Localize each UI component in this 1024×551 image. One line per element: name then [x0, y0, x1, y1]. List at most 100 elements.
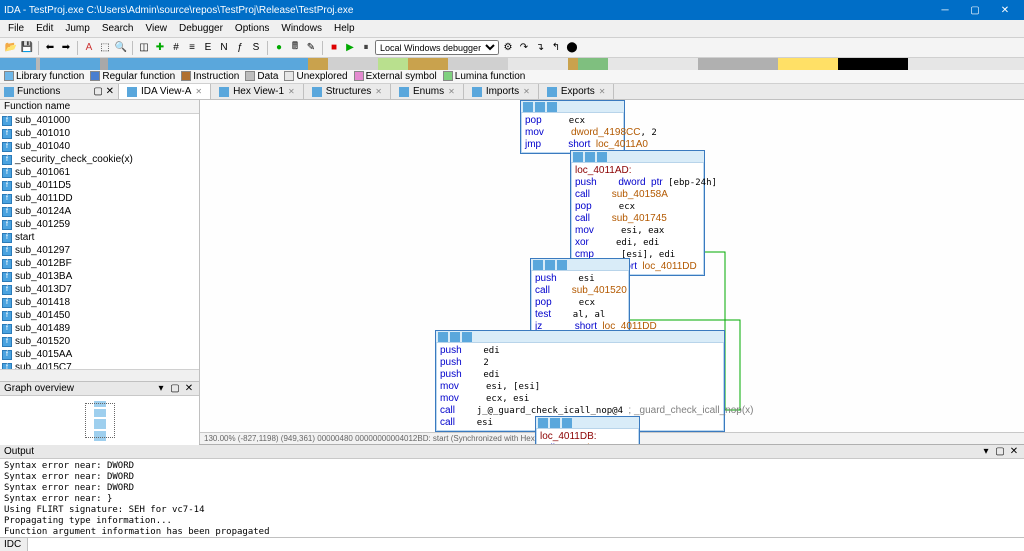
tab-enums[interactable]: Enums✕ — [391, 84, 464, 99]
menu-debugger[interactable]: Debugger — [173, 21, 229, 36]
minimize-button[interactable]: ─ — [930, 0, 960, 20]
node-header-icon[interactable] — [535, 102, 545, 112]
tab-close-icon[interactable]: ✕ — [523, 87, 530, 96]
tab-close-icon[interactable]: ✕ — [448, 87, 455, 96]
function-row[interactable]: fsub_4015AA — [0, 348, 199, 361]
tab-close-icon[interactable]: ✕ — [288, 87, 295, 96]
function-row[interactable]: fsub_401489 — [0, 322, 199, 335]
struct-icon[interactable]: ≡ — [185, 41, 199, 55]
function-row[interactable]: fsub_401297 — [0, 244, 199, 257]
node-header-icon[interactable] — [523, 102, 533, 112]
nav-segment[interactable] — [608, 58, 698, 70]
node-header-icon[interactable] — [585, 152, 595, 162]
open-icon[interactable]: 📂 — [4, 41, 18, 55]
text-icon[interactable]: A — [82, 41, 96, 55]
nav-segment[interactable] — [408, 58, 448, 70]
graph-overview-thumb[interactable] — [0, 396, 199, 445]
back-icon[interactable]: ⬅ — [43, 41, 57, 55]
node-header-icon[interactable] — [462, 332, 472, 342]
graph-node[interactable]: push esi call sub_401520 pop ecx test al… — [530, 258, 630, 336]
nav-segment[interactable] — [838, 58, 908, 70]
stop-icon[interactable]: ■ — [327, 41, 341, 55]
binary-icon[interactable]: ⬚ — [98, 41, 112, 55]
functions-hscroll[interactable] — [0, 369, 199, 381]
function-row[interactable]: fstart — [0, 231, 199, 244]
node-header[interactable] — [531, 259, 629, 271]
function-row[interactable]: fsub_4015C7 — [0, 361, 199, 369]
close-button[interactable]: ✕ — [990, 0, 1020, 20]
pane-close-icon[interactable]: ✕ — [183, 383, 195, 395]
enum-icon[interactable]: E — [201, 41, 215, 55]
debugger-select[interactable]: Local Windows debugger — [375, 40, 499, 55]
node-header[interactable] — [436, 331, 724, 343]
func-icon[interactable]: ƒ — [233, 41, 247, 55]
function-row[interactable]: fsub_401040 — [0, 140, 199, 153]
step-over-icon[interactable]: ↷ — [517, 41, 531, 55]
idc-input[interactable] — [28, 538, 1024, 551]
nav-segment[interactable] — [40, 58, 100, 70]
graph-icon[interactable]: ◫ — [137, 41, 151, 55]
node-header-icon[interactable] — [533, 260, 543, 270]
menu-help[interactable]: Help — [328, 21, 361, 36]
calc-icon[interactable]: 🖩 — [288, 41, 302, 55]
nav-segment[interactable] — [568, 58, 578, 70]
pause-icon[interactable]: ⏸ — [359, 41, 373, 55]
node-header[interactable] — [571, 151, 704, 163]
cfg1-icon[interactable]: ⚙ — [501, 41, 515, 55]
function-row[interactable]: fsub_4012BF — [0, 257, 199, 270]
node-header-icon[interactable] — [450, 332, 460, 342]
nav-segment[interactable] — [108, 58, 308, 70]
function-row[interactable]: fsub_401010 — [0, 127, 199, 140]
node-code[interactable]: loc_4011DB: call sub_401748 mov esi, eax — [536, 429, 639, 444]
nav-segment[interactable] — [578, 58, 608, 70]
script-icon[interactable]: ✎ — [304, 41, 318, 55]
nav-segment[interactable] — [448, 58, 508, 70]
function-row[interactable]: fsub_40124A — [0, 205, 199, 218]
hex-icon[interactable]: # — [169, 41, 183, 55]
node-header[interactable] — [536, 417, 639, 429]
node-header-icon[interactable] — [573, 152, 583, 162]
nav-segment[interactable] — [328, 58, 378, 70]
run-icon[interactable]: ▶ — [343, 41, 357, 55]
pane-float-icon[interactable]: ▢ — [994, 446, 1006, 458]
maximize-button[interactable]: ▢ — [960, 0, 990, 20]
nav-segment[interactable] — [698, 58, 778, 70]
functions-tab-label[interactable]: Functions — [17, 86, 60, 97]
step-out-icon[interactable]: ↰ — [549, 41, 563, 55]
menu-file[interactable]: File — [2, 21, 30, 36]
menu-options[interactable]: Options — [229, 21, 275, 36]
node-header-icon[interactable] — [597, 152, 607, 162]
function-row[interactable]: fsub_401000 — [0, 114, 199, 127]
menu-windows[interactable]: Windows — [275, 21, 328, 36]
pane-close-icon[interactable]: ✕ — [1008, 446, 1020, 458]
function-row[interactable]: fsub_401450 — [0, 309, 199, 322]
fwd-icon[interactable]: ➡ — [59, 41, 73, 55]
tab-close-icon[interactable]: ✕ — [599, 87, 606, 96]
save-icon[interactable]: 💾 — [20, 41, 34, 55]
tab-hex-view-1[interactable]: Hex View-1✕ — [211, 84, 304, 99]
functions-column-header[interactable]: Function name — [0, 100, 199, 114]
nav-segment[interactable] — [308, 58, 328, 70]
function-row[interactable]: fsub_401520 — [0, 335, 199, 348]
graph-node[interactable]: loc_4011DB: call sub_401748 mov esi, eax — [535, 416, 640, 444]
function-row[interactable]: fsub_4011D5 — [0, 179, 199, 192]
nav-segment[interactable] — [908, 58, 1024, 70]
pane-menu-icon[interactable]: ▾ — [155, 383, 167, 395]
node-code[interactable]: push esi call sub_401520 pop ecx test al… — [531, 271, 629, 335]
nav-segment[interactable] — [0, 58, 36, 70]
tab-structures[interactable]: Structures✕ — [304, 84, 391, 99]
menu-edit[interactable]: Edit — [30, 21, 59, 36]
menu-jump[interactable]: Jump — [59, 21, 95, 36]
navigation-band[interactable] — [0, 58, 1024, 70]
node-header-icon[interactable] — [545, 260, 555, 270]
tab-close-icon[interactable]: ✕ — [195, 87, 202, 96]
function-row[interactable]: f_security_check_cookie(x) — [0, 153, 199, 166]
tab-close-icon[interactable]: ✕ — [375, 87, 382, 96]
search-icon[interactable]: 🔍 — [114, 41, 128, 55]
function-row[interactable]: fsub_4013D7 — [0, 283, 199, 296]
node-header-icon[interactable] — [562, 418, 572, 428]
pane-float-icon[interactable]: ▢ — [169, 383, 181, 395]
tab-ida-view-a[interactable]: IDA View-A✕ — [119, 84, 211, 99]
menu-search[interactable]: Search — [96, 21, 140, 36]
tab-exports[interactable]: Exports✕ — [539, 84, 615, 99]
